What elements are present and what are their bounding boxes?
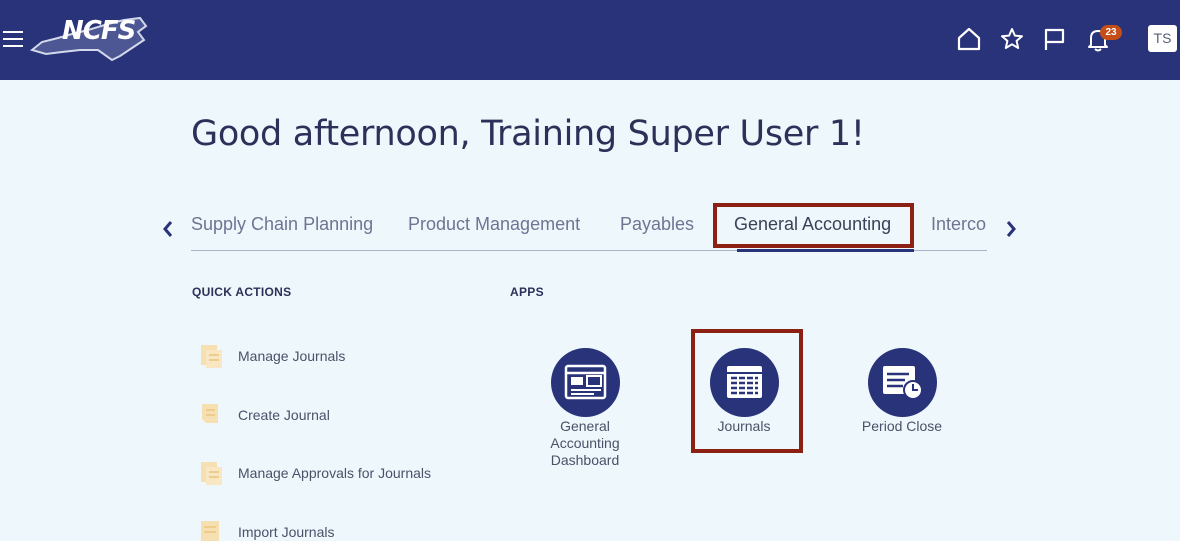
menu-icon[interactable] — [3, 31, 23, 47]
tab-highlight-box — [713, 203, 914, 248]
tabs-prev-arrow-icon[interactable] — [160, 218, 176, 240]
tab-payables[interactable]: Payables — [620, 214, 694, 235]
favorites-icon[interactable] — [999, 26, 1025, 52]
quick-actions-heading: QUICK ACTIONS — [192, 285, 292, 299]
tab-intercompany-accounting[interactable]: Intercompany Accounting — [931, 214, 987, 235]
active-tab-indicator — [737, 249, 914, 252]
tab-supply-chain-planning[interactable]: Supply Chain Planning — [191, 214, 373, 235]
quick-action-label: Import Journals — [238, 524, 335, 540]
top-bar: NCFS 23 TS — [0, 0, 1180, 80]
approvals-icon — [201, 462, 222, 485]
notification-count-badge: 23 — [1100, 25, 1122, 40]
quick-action-label: Manage Journals — [238, 348, 346, 364]
app-period-close[interactable]: Period Close — [847, 348, 957, 435]
journal-list-icon — [201, 345, 222, 368]
app-label: General Accounting Dashboard — [550, 418, 620, 468]
app-label: Period Close — [861, 418, 943, 434]
page-greeting: Good afternoon, Training Super User 1! — [191, 114, 865, 154]
create-journal-icon — [202, 404, 218, 423]
user-avatar[interactable]: TS — [1148, 25, 1177, 52]
dashboard-icon — [550, 348, 620, 417]
apps-heading: APPS — [510, 285, 544, 299]
app-general-accounting-dashboard[interactable]: General Accounting Dashboard — [530, 348, 640, 469]
ncfs-logo[interactable]: NCFS — [28, 12, 150, 64]
logo-text: NCFS — [62, 16, 136, 46]
app-highlight-box — [691, 329, 803, 453]
quick-action-label: Create Journal — [238, 407, 330, 423]
quick-action-label: Manage Approvals for Journals — [238, 465, 431, 481]
tabs-next-arrow-icon[interactable] — [1003, 218, 1019, 240]
flag-icon[interactable] — [1042, 26, 1068, 52]
period-close-icon — [867, 348, 937, 417]
home-icon[interactable] — [956, 26, 982, 52]
import-journals-icon — [201, 521, 219, 541]
tab-product-management[interactable]: Product Management — [408, 214, 580, 235]
